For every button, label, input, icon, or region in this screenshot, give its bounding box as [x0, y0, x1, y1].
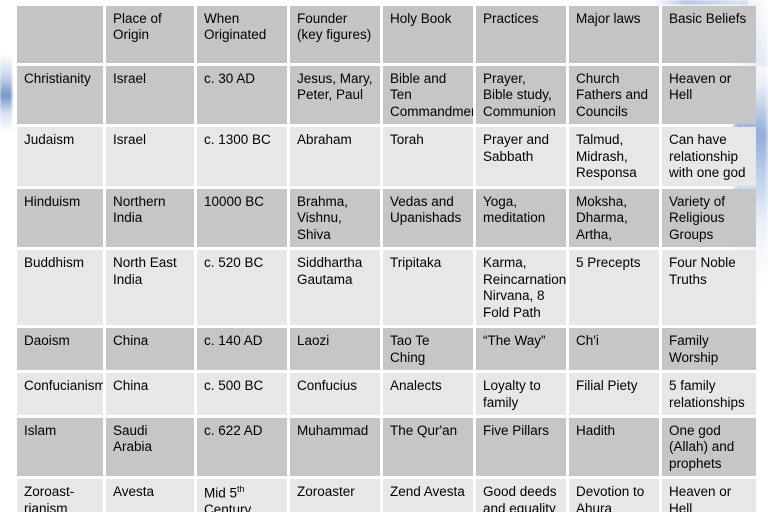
place-of-origin-cell: North East India — [106, 250, 194, 326]
practices-cell: Loyalty to family — [476, 373, 566, 415]
when-originated-cell: c. 622 AD — [197, 417, 287, 477]
basic-beliefs-cell: Family Worship — [662, 328, 756, 371]
table-body: Christianity Israel c. 30 AD Jesus, Mary, P… — [17, 66, 756, 512]
basic-beliefs-cell: 5 family relationships — [662, 373, 756, 415]
holy-book-cell: Tripitaka — [383, 250, 473, 326]
place-of-origin-cell: Northern India — [106, 188, 194, 248]
when-originated-cell: c. 1300 BC — [197, 127, 287, 186]
founder-cell: Muhammad — [290, 417, 380, 477]
header-row: Place of Origin When Originated Founder … — [17, 6, 756, 63]
world-religions-comparison-table: Place of Origin When Originated Founder … — [14, 3, 759, 512]
practices-cell: Five Pillars — [476, 417, 566, 477]
table-row: Islam Saudi Arabia c. 622 AD Muhammad The Qu… — [17, 417, 756, 477]
basic-beliefs-cell: Variety of Religious Groups — [662, 188, 756, 248]
column-header-place-of-origin: Place of Origin — [106, 6, 194, 63]
major-laws-cell: Ch'i — [569, 328, 659, 371]
religion-cell: Daoism — [17, 328, 103, 371]
basic-beliefs-cell: Heaven or Hell — [662, 66, 756, 125]
when-originated-cell: c. 500 BC — [197, 373, 287, 415]
when-originated-cell: c. 30 AD — [197, 66, 287, 125]
table-row: Hinduism Northern India 10000 BC Brahma, Vi… — [17, 188, 756, 248]
holy-book-cell: Vedas and Upanishads — [383, 188, 473, 248]
founder-cell: Brahma, Vishnu, Shiva — [290, 188, 380, 248]
founder-cell: Abraham — [290, 127, 380, 186]
column-header-practices: Practices — [476, 6, 566, 63]
major-laws-cell: Filial Piety — [569, 373, 659, 415]
table-row: Confucianism China c. 500 BC Confucius Anale… — [17, 373, 756, 415]
practices-cell: Karma, Reincarnation, Nirvana, 8 Fold Pa… — [476, 250, 566, 326]
basic-beliefs-cell: One god (Allah) and prophets — [662, 417, 756, 477]
major-laws-cell: Hadith — [569, 417, 659, 477]
religion-cell: Judaism — [17, 127, 103, 186]
holy-book-cell: The Qur'an — [383, 417, 473, 477]
religion-cell: Islam — [17, 417, 103, 477]
practices-cell: Yoga, meditation — [476, 188, 566, 248]
basic-beliefs-cell: Four Noble Truths — [662, 250, 756, 326]
major-laws-cell: 5 Precepts — [569, 250, 659, 326]
table-row: Christianity Israel c. 30 AD Jesus, Mary, P… — [17, 66, 756, 125]
religion-cell: Zoroast-rianism — [17, 479, 103, 512]
column-header-founder: Founder (key figures) — [290, 6, 380, 63]
column-header-basic-beliefs: Basic Beliefs — [662, 6, 756, 63]
basic-beliefs-cell: Can have relationship with one god — [662, 127, 756, 186]
ordinal-suffix: th — [237, 484, 245, 495]
founder-cell: Laozi — [290, 328, 380, 371]
table-header: Place of Origin When Originated Founder … — [17, 6, 756, 63]
founder-cell: Zoroaster — [290, 479, 380, 512]
table-row: Buddhism North East India c. 520 BC Siddhar… — [17, 250, 756, 326]
founder-cell: Jesus, Mary, Peter, Paul — [290, 66, 380, 125]
religion-cell: Confucianism — [17, 373, 103, 415]
major-laws-cell: Church Fathers and Councils — [569, 66, 659, 125]
column-header-major-laws: Major laws — [569, 6, 659, 63]
practices-cell: Good deeds and equality — [476, 479, 566, 512]
major-laws-cell: Talmud, Midrash, Responsa — [569, 127, 659, 186]
religion-cell: Hinduism — [17, 188, 103, 248]
religion-cell: Christianity — [17, 66, 103, 125]
place-of-origin-cell: Saudi Arabia — [106, 417, 194, 477]
place-of-origin-cell: Avesta — [106, 479, 194, 512]
place-of-origin-cell: Israel — [106, 127, 194, 186]
place-of-origin-cell: Israel — [106, 66, 194, 125]
decorative-blue-swoosh-left — [0, 55, 12, 133]
practices-cell: “The Way” — [476, 328, 566, 371]
basic-beliefs-cell: Heaven or Hell — [662, 479, 756, 512]
column-header-when-originated: When Originated — [197, 6, 287, 63]
major-laws-cell: Devotion to Ahura Mazada — [569, 479, 659, 512]
column-header-religion — [17, 6, 103, 63]
major-laws-cell: Moksha, Dharma, Artha, — [569, 188, 659, 248]
holy-book-cell: Tao Te Ching — [383, 328, 473, 371]
when-originated-cell: c. 140 AD — [197, 328, 287, 371]
holy-book-cell: Bible and Ten Commandments — [383, 66, 473, 125]
table-row: Zoroast-rianism Avesta Mid 5th Century Zoro… — [17, 479, 756, 512]
holy-book-cell: Analects — [383, 373, 473, 415]
holy-book-cell: Torah — [383, 127, 473, 186]
when-originated-cell: c. 520 BC — [197, 250, 287, 326]
religion-cell: Buddhism — [17, 250, 103, 326]
column-header-holy-book: Holy Book — [383, 6, 473, 63]
founder-cell: Confucius — [290, 373, 380, 415]
founder-cell: Siddhartha Gautama — [290, 250, 380, 326]
holy-book-cell: Zend Avesta — [383, 479, 473, 512]
practices-cell: Prayer and Sabbath — [476, 127, 566, 186]
slide-canvas: Place of Origin When Originated Founder … — [0, 0, 768, 512]
practices-cell: Prayer, Bible study, Communion — [476, 66, 566, 125]
table-row: Judaism Israel c. 1300 BC Abraham Torah Praye… — [17, 127, 756, 186]
place-of-origin-cell: China — [106, 373, 194, 415]
place-of-origin-cell: China — [106, 328, 194, 371]
table-row: Daoism China c. 140 AD Laozi Tao Te Ching “Th… — [17, 328, 756, 371]
when-originated-cell: Mid 5th Century — [197, 479, 287, 512]
when-originated-cell: 10000 BC — [197, 188, 287, 248]
